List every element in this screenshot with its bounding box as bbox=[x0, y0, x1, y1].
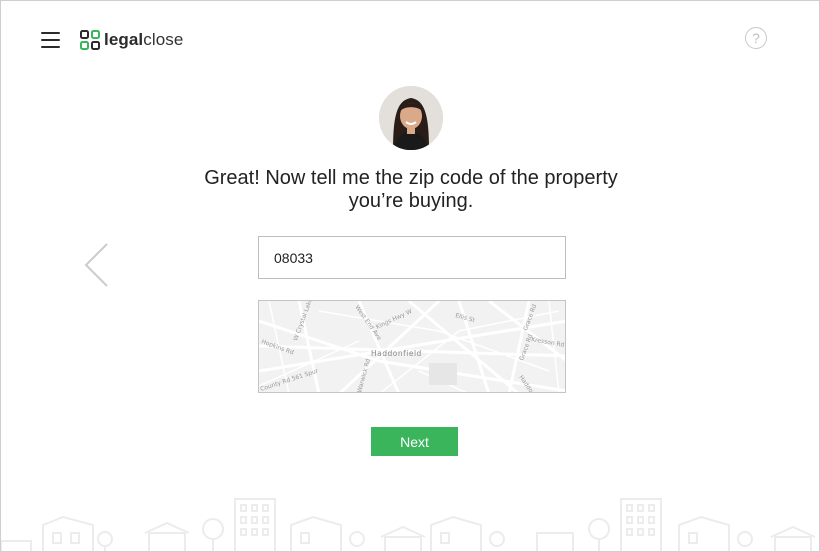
help-glyph: ? bbox=[752, 30, 760, 46]
logo[interactable]: legalclose bbox=[80, 30, 183, 50]
map-graphic: W Crystal Lake A West End Ave Kings Hwy … bbox=[259, 301, 565, 392]
question-circle-icon[interactable]: ? bbox=[745, 27, 767, 49]
house-skyline-decoration bbox=[1, 498, 816, 551]
avatar-portrait-icon bbox=[379, 86, 443, 150]
next-button[interactable]: Next bbox=[371, 427, 458, 456]
logo-squares-icon bbox=[80, 30, 100, 50]
app-frame: legalclose ? Great! Now tell me the zip … bbox=[0, 0, 820, 552]
chevron-left-icon[interactable] bbox=[83, 241, 111, 289]
location-map[interactable]: W Crystal Lake A West End Ave Kings Hwy … bbox=[258, 300, 566, 393]
map-center-label: Haddonfield bbox=[371, 349, 422, 358]
hamburger-menu-icon[interactable] bbox=[41, 32, 60, 48]
logo-text: legalclose bbox=[104, 30, 183, 50]
question-prompt: Great! Now tell me the zip code of the p… bbox=[204, 167, 618, 212]
avatar bbox=[379, 86, 443, 150]
logo-text-regular: close bbox=[143, 30, 184, 49]
zip-code-input[interactable] bbox=[258, 236, 566, 279]
logo-text-bold: legal bbox=[104, 30, 144, 49]
